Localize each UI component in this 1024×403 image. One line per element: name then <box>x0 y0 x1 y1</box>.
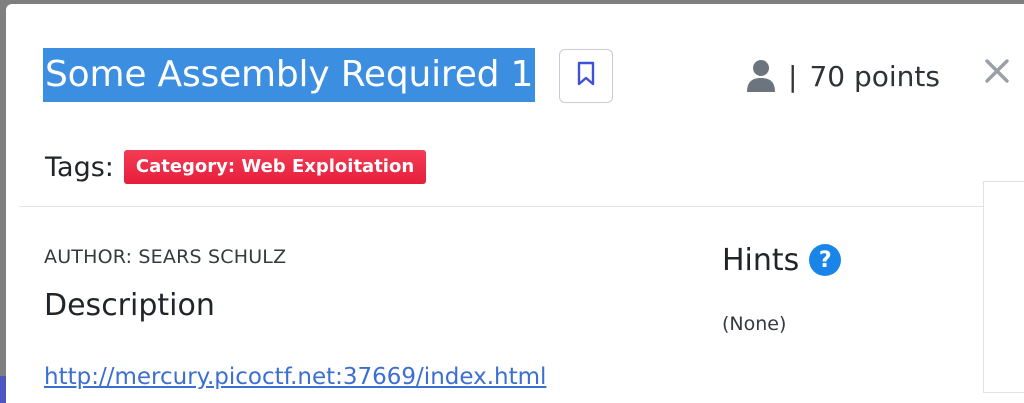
hints-value: (None) <box>722 313 787 335</box>
close-button[interactable] <box>980 56 1014 90</box>
background-edge <box>0 376 6 403</box>
points-display: | 70 points <box>746 56 940 96</box>
user-icon <box>746 59 776 93</box>
challenge-title: Some Assembly Required 1 <box>43 48 536 102</box>
header-divider <box>19 206 1024 207</box>
author-line: AUTHOR: SEARS SCHULZ <box>44 246 287 268</box>
tags-row: Tags: Category: Web Exploitation <box>45 148 427 186</box>
points-separator: | <box>788 59 798 93</box>
hints-heading: Hints ? <box>722 240 842 280</box>
tag-badge[interactable]: Category: Web Exploitation <box>123 150 427 184</box>
description-heading: Description <box>44 288 215 323</box>
hints-title: Hints <box>722 242 800 278</box>
description-link[interactable]: http://mercury.picoctf.net:37669/index.h… <box>44 364 546 390</box>
question-circle-icon[interactable]: ? <box>809 244 842 276</box>
bookmark-icon <box>576 61 596 91</box>
close-icon <box>984 58 1010 88</box>
points-value: 70 points <box>809 59 940 93</box>
side-panel <box>983 181 1024 393</box>
tags-label: Tags: <box>45 151 114 183</box>
challenge-modal: Some Assembly Required 1 | 70 points Tag… <box>6 4 1024 403</box>
bookmark-button[interactable] <box>559 49 613 103</box>
